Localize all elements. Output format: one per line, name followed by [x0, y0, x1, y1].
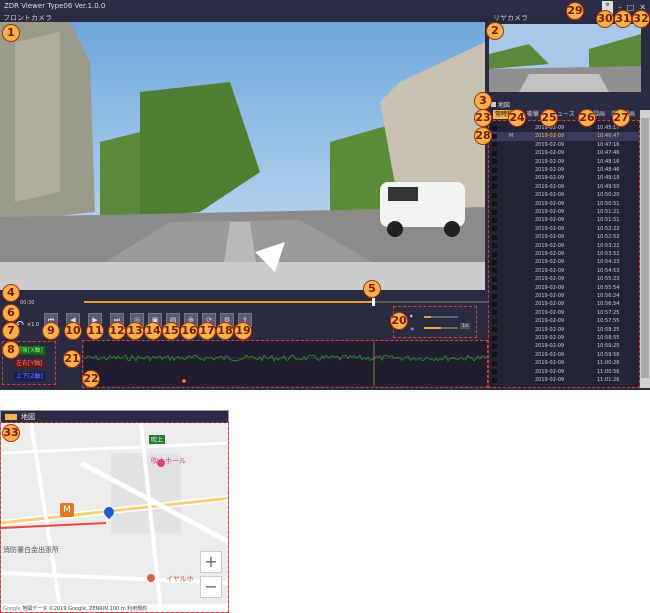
annotation-marker: 3 — [474, 92, 492, 110]
seek-bar[interactable] — [84, 301, 488, 303]
annotation-marker: 21 — [63, 350, 81, 368]
annotation-marker: 4 — [2, 284, 20, 302]
annotation-marker: 1 — [2, 24, 20, 42]
map-toggle-label: 地図 — [497, 102, 510, 109]
tab-impact[interactable]: 衝撃 — [527, 110, 539, 119]
list-scrollbar-thumb[interactable] — [641, 118, 649, 378]
map-label: 地図 — [21, 413, 35, 421]
annotation-marker: 24 — [508, 109, 526, 127]
annotation-marker: 14 — [144, 322, 162, 340]
speed-label: ×1.0 — [27, 322, 40, 328]
annotation-marker: 9 — [42, 322, 60, 340]
annotation-marker: 18 — [216, 322, 234, 340]
annotation-marker: 19 — [234, 322, 252, 340]
zdr-viewer-window: ZDR Viewer Type06 Ver.1.0.0 ⚙ – □ ✕ フロント… — [0, 0, 650, 390]
map-toggle[interactable]: 地図 — [491, 100, 510, 109]
seek-handle[interactable] — [372, 298, 375, 306]
annotation-marker: 5 — [363, 280, 381, 298]
front-video-frame — [0, 22, 485, 290]
annotation-box-map — [0, 422, 229, 613]
annotation-marker: 8 — [2, 341, 20, 359]
annotation-marker: 33 — [2, 424, 20, 442]
list-scrollbar[interactable] — [640, 110, 650, 388]
annotation-marker: 22 — [82, 370, 100, 388]
annotation-marker: 15 — [162, 322, 180, 340]
front-camera-video[interactable] — [0, 22, 485, 290]
annotation-marker: 2 — [486, 22, 504, 40]
time-current: 00:30 — [20, 300, 35, 306]
annotation-marker: 23 — [474, 109, 492, 127]
annotation-marker: 27 — [612, 109, 630, 127]
rear-video-frame — [489, 24, 641, 92]
annotation-marker: 28 — [474, 127, 492, 145]
annotation-marker: 13 — [126, 322, 144, 340]
annotation-marker: 12 — [108, 322, 126, 340]
annotation-box-graph — [82, 340, 488, 388]
annotation-marker: 26 — [578, 109, 596, 127]
annotation-marker: 31 — [614, 10, 632, 28]
annotation-marker: 7 — [2, 322, 20, 340]
annotation-marker: 32 — [632, 10, 650, 28]
annotation-marker: 6 — [2, 304, 20, 322]
rear-camera-video[interactable] — [489, 24, 641, 92]
annotation-marker: 30 — [596, 10, 614, 28]
annotation-marker: 10 — [64, 322, 82, 340]
annotation-marker: 16 — [180, 322, 198, 340]
annotation-marker: 20 — [390, 312, 408, 330]
annotation-box-list — [488, 120, 640, 388]
title-bar: ZDR Viewer Type06 Ver.1.0.0 ⚙ – □ ✕ — [0, 0, 650, 14]
rear-camera-label: リヤカメラ — [493, 14, 528, 22]
seek-bar-fill — [84, 301, 375, 303]
annotation-marker: 25 — [540, 109, 558, 127]
annotation-marker: 11 — [86, 322, 104, 340]
map-title-icon — [5, 414, 17, 420]
annotation-marker: 17 — [198, 322, 216, 340]
app-title: ZDR Viewer Type06 Ver.1.0.0 — [4, 2, 106, 10]
annotation-marker: 29 — [566, 2, 584, 20]
